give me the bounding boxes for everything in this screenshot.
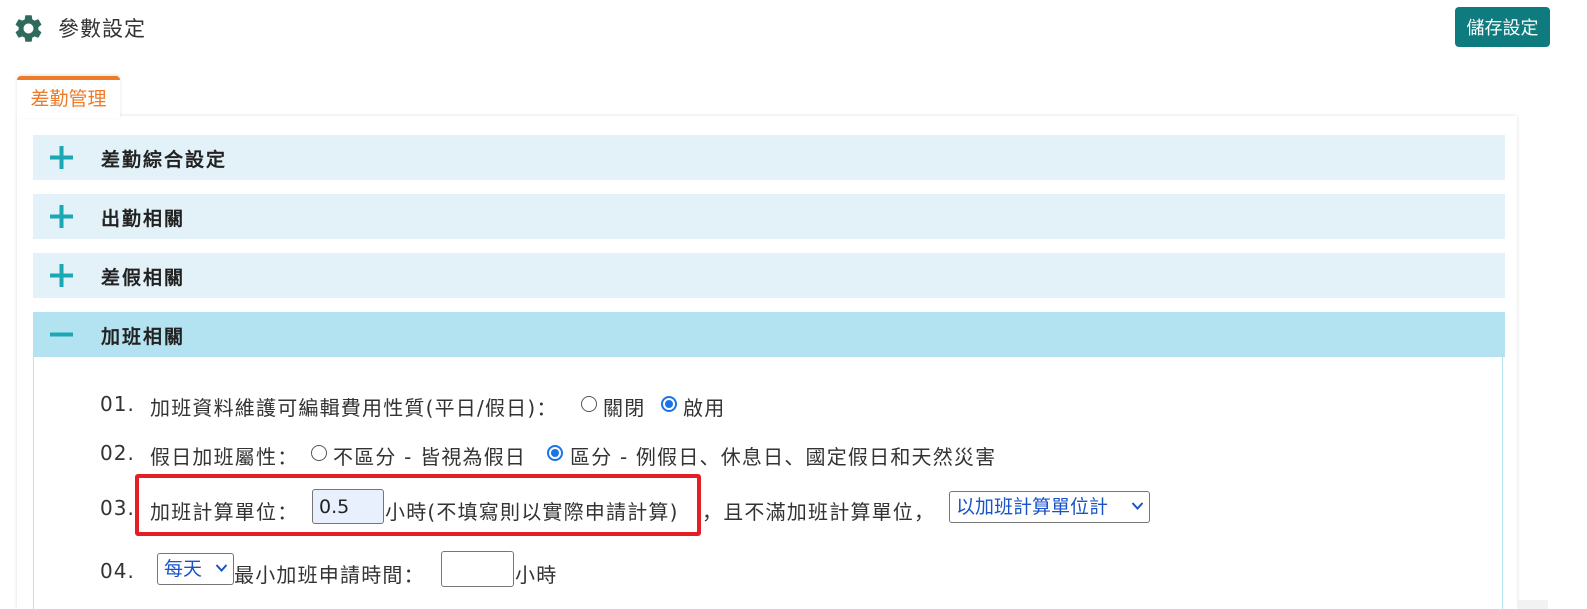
chevron-down-icon xyxy=(215,564,228,572)
plus-icon xyxy=(50,264,73,287)
accordion-leave[interactable]: 差假相關 xyxy=(33,253,1505,298)
unit-label: 小時 xyxy=(515,563,558,587)
save-settings-button[interactable]: 儲存設定 xyxy=(1455,7,1550,47)
select-value: 每天 xyxy=(164,558,203,580)
radio-no-distinction[interactable] xyxy=(311,445,327,461)
row-number: 03. xyxy=(100,496,135,520)
gear-icon xyxy=(15,15,42,42)
radio-distinction[interactable] xyxy=(547,445,563,461)
accordion-attendance[interactable]: 出勤相關 xyxy=(33,194,1505,239)
plus-icon xyxy=(50,146,73,169)
accordion-label: 差假相關 xyxy=(101,267,186,289)
select-value: 以加班計算單位計 xyxy=(956,496,1109,518)
radio-label-no-distinction: 不區分 - 皆視為假日 xyxy=(333,445,527,469)
radio-label-distinction: 區分 - 例假日、休息日、國定假日和天然災害 xyxy=(570,445,997,469)
top-bar: 參數設定 儲存設定 xyxy=(0,0,1587,60)
remainder-rule-select[interactable]: 以加班計算單位計 xyxy=(949,491,1150,523)
plus-icon xyxy=(50,205,73,228)
min-overtime-input[interactable] xyxy=(441,551,514,587)
row-label: 假日加班屬性： xyxy=(150,445,299,469)
period-select[interactable]: 每天 xyxy=(157,553,234,585)
row-number: 01. xyxy=(100,392,135,416)
radio-enable[interactable] xyxy=(661,396,677,412)
scroll-corner xyxy=(1518,600,1548,609)
tab-attendance-management[interactable]: 差勤管理 xyxy=(17,76,120,118)
row-number: 04. xyxy=(100,559,135,583)
accordion-overtime[interactable]: 加班相關 xyxy=(33,312,1505,357)
accordion-label: 差勤綜合設定 xyxy=(101,149,228,171)
accordion-label: 加班相關 xyxy=(101,326,186,348)
unit-note: 小時(不填寫則以實際申請計算) xyxy=(385,500,679,524)
accordion-general-settings[interactable]: 差勤綜合設定 xyxy=(33,135,1505,180)
minus-icon xyxy=(50,332,73,337)
row-tail-text: ，且不滿加班計算單位， xyxy=(702,500,936,524)
page-title: 參數設定 xyxy=(58,17,146,41)
overtime-unit-input[interactable] xyxy=(312,489,384,524)
accordion-label: 出勤相關 xyxy=(101,208,186,230)
radio-label-enable: 啟用 xyxy=(683,396,726,420)
row-label: 加班資料維護可編輯費用性質(平日/假日)： xyxy=(150,396,558,420)
row-label: 最小加班申請時間： xyxy=(234,563,425,587)
chevron-down-icon xyxy=(1131,502,1144,510)
radio-disable[interactable] xyxy=(581,396,597,412)
radio-label-disable: 關閉 xyxy=(603,396,646,420)
row-label: 加班計算單位： xyxy=(150,500,299,524)
row-number: 02. xyxy=(100,441,135,465)
